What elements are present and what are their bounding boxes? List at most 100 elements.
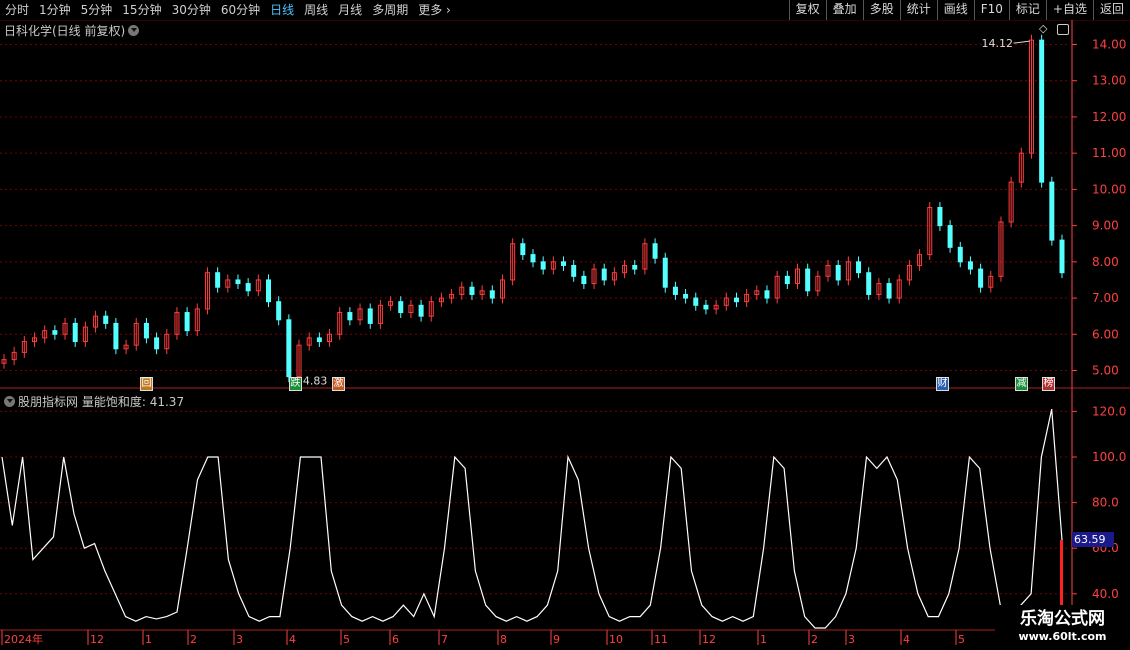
candle-body	[845, 261, 851, 281]
xaxis-tick-label: 12	[702, 633, 716, 646]
period-tab-7[interactable]: 周线	[299, 0, 333, 20]
candle-body	[744, 293, 750, 303]
candle-body	[204, 272, 210, 310]
indicator-tick-label: 80.0	[1092, 496, 1119, 510]
candle-body	[225, 279, 231, 288]
candle-body	[601, 268, 607, 281]
price-tick-label: 5.00	[1092, 364, 1119, 378]
candle-body	[499, 279, 505, 299]
candle-body	[1018, 152, 1024, 183]
candle-body	[510, 243, 516, 281]
candle-body	[235, 279, 241, 285]
candle-body	[255, 279, 261, 292]
candle-body	[530, 254, 536, 263]
panel-toggle-icon[interactable]	[1057, 24, 1069, 35]
candle-body	[1, 359, 7, 364]
candle-body	[438, 297, 444, 303]
candle-body	[52, 330, 58, 335]
dropdown-icon[interactable]	[128, 25, 140, 36]
xaxis-tick-label: 6	[392, 633, 399, 646]
candle-body	[337, 312, 343, 335]
period-tab-1[interactable]: 1分钟	[34, 0, 76, 20]
candle-body	[713, 304, 719, 310]
event-marker-0[interactable]: 回	[140, 377, 153, 391]
candle-body	[286, 319, 292, 378]
candle-body	[489, 290, 495, 299]
xaxis-tick-label: 1	[760, 633, 767, 646]
price-tick-label: 13.00	[1092, 74, 1126, 88]
event-marker-3[interactable]: 财	[936, 377, 949, 391]
price-tick-label: 7.00	[1092, 291, 1119, 305]
candle-body	[561, 261, 567, 266]
xaxis-tick-label: 8	[500, 633, 507, 646]
toolbar-button-2[interactable]: 多股	[862, 0, 900, 20]
candle-body	[408, 304, 414, 314]
event-marker-4[interactable]: 减	[1015, 377, 1028, 391]
toolbar-button-3[interactable]: 统计	[899, 0, 937, 20]
toolbar-button-6[interactable]: 标记	[1008, 0, 1046, 20]
candle-body	[357, 308, 363, 321]
period-toolbar: 分时 1分钟 5分钟 15分钟 30分钟 60分钟 日线 周线 月线 多周期 更多 › 复权 叠加 多股…	[0, 0, 1130, 21]
candle-body	[998, 221, 1004, 277]
period-tab-9[interactable]: 多周期	[367, 0, 413, 20]
candle-body	[825, 264, 831, 277]
candle-body	[672, 286, 678, 295]
candle-body	[866, 272, 872, 295]
indicator-source: 股朋指标网	[18, 395, 79, 409]
candle-body	[82, 326, 88, 343]
candle-body	[957, 246, 963, 263]
candle-body	[774, 275, 780, 299]
candle-body	[876, 283, 882, 295]
xaxis-tick-label: 3	[236, 633, 243, 646]
candle-body	[520, 243, 526, 256]
dropdown-icon[interactable]	[4, 396, 15, 407]
toolbar-button-8[interactable]: 返回	[1092, 0, 1130, 20]
candle-body	[723, 297, 729, 306]
candle-body	[1039, 39, 1045, 183]
period-tab-8[interactable]: 月线	[333, 0, 367, 20]
xaxis-tick-label: 5	[343, 633, 350, 646]
candle-body	[978, 268, 984, 288]
toolbar-button-1[interactable]: 叠加	[825, 0, 863, 20]
candle-body	[245, 283, 251, 292]
period-tab-2[interactable]: 5分钟	[76, 0, 118, 20]
high-annotation: 14.12	[981, 37, 1013, 50]
candle-body	[988, 275, 994, 288]
event-marker-2[interactable]: 激	[332, 377, 345, 391]
period-list: 分时 1分钟 5分钟 15分钟 30分钟 60分钟 日线 周线 月线 多周期 更多 ›	[0, 0, 456, 20]
period-tab-0[interactable]: 分时	[0, 0, 34, 20]
indicator-tick-label: 40.0	[1092, 587, 1119, 601]
period-tab-10[interactable]: 更多 ›	[413, 0, 456, 20]
candle-body	[143, 322, 149, 339]
candle-body	[113, 322, 119, 350]
candle-body	[795, 268, 800, 285]
price-panel-title: 日科化学(日线 前复权)	[4, 22, 142, 39]
candle-body	[174, 312, 180, 335]
event-marker-1[interactable]: 跌	[289, 377, 302, 391]
candle-body	[835, 264, 841, 281]
period-tab-6[interactable]: 日线	[265, 0, 299, 20]
candle-body	[347, 312, 353, 321]
toolbar-button-5[interactable]: F10	[973, 0, 1009, 20]
candle-body	[906, 264, 912, 281]
candle-body	[1028, 39, 1034, 154]
candle-body	[367, 308, 373, 324]
candle-body	[154, 337, 160, 350]
diamond-icon[interactable]: ◇	[1039, 22, 1047, 35]
xaxis-tick-label: 1	[145, 633, 152, 646]
toolbar-button-7[interactable]: +自选	[1045, 0, 1093, 20]
period-tab-5[interactable]: 60分钟	[216, 0, 265, 20]
candle-body	[184, 312, 190, 332]
candle-body	[703, 304, 709, 310]
candle-body	[662, 257, 668, 288]
toolbar-button-0[interactable]: 复权	[788, 0, 826, 20]
period-tab-4[interactable]: 30分钟	[167, 0, 216, 20]
event-marker-5[interactable]: 榜	[1042, 377, 1055, 391]
candle-body	[418, 304, 424, 317]
candle-body	[449, 293, 455, 299]
candle-body	[632, 264, 638, 270]
period-tab-3[interactable]: 15分钟	[117, 0, 166, 20]
toolbar-button-4[interactable]: 画线	[936, 0, 974, 20]
candle-body	[693, 297, 699, 306]
candle-body	[266, 279, 271, 303]
